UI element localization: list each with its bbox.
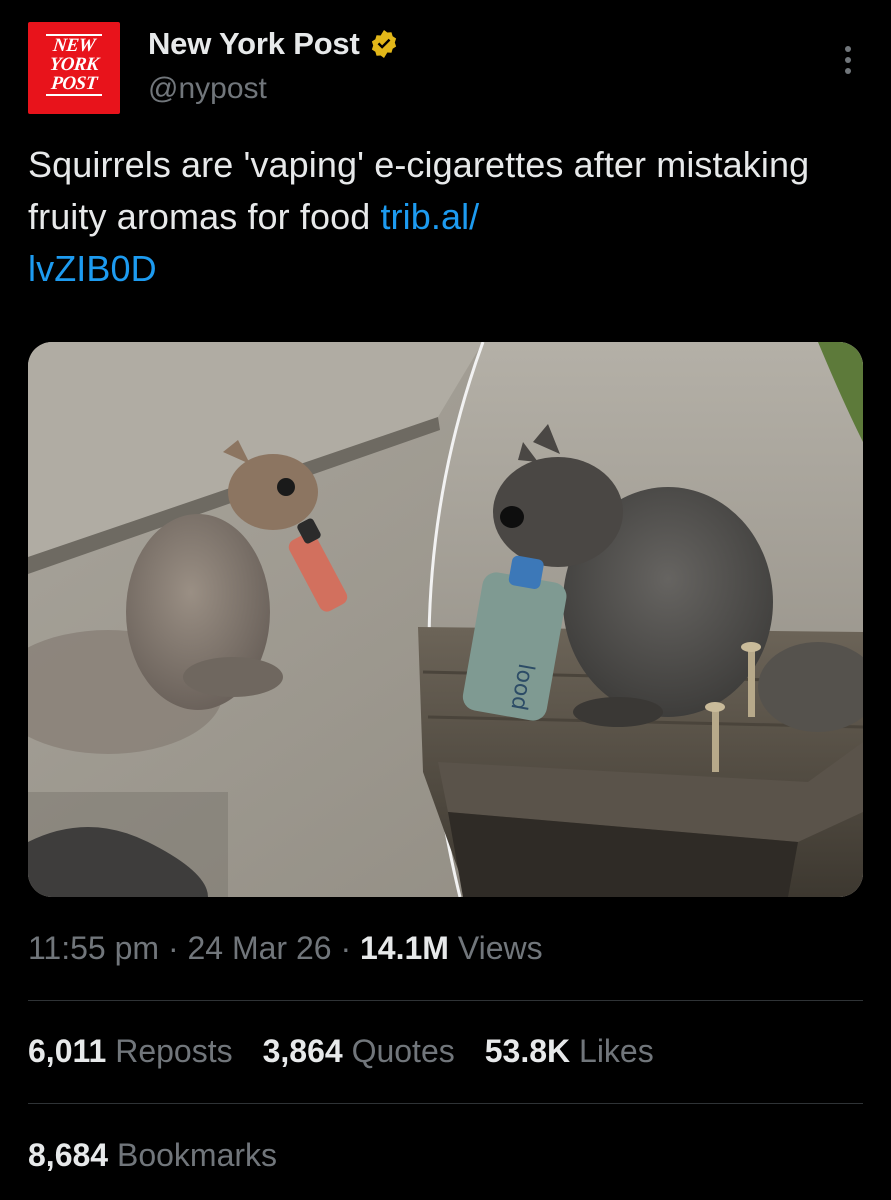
tweet-media-photo[interactable]: lood <box>28 342 863 897</box>
bookmarks-count: 8,684 <box>28 1137 109 1173</box>
more-dot-icon <box>845 57 851 63</box>
meta-separator: · <box>159 930 188 966</box>
logo-line-3: POST <box>50 73 98 94</box>
nypost-avatar-logo[interactable]: NEW YORK POST <box>28 22 120 114</box>
likes-label: Likes <box>570 1033 654 1069</box>
quotes-count: 3,864 <box>262 1033 343 1069</box>
tweet-text: Squirrels are 'vaping' e-cigarettes afte… <box>28 139 858 295</box>
logo-rule-bottom <box>46 94 102 96</box>
quotes-stat[interactable]: 3,864 Quotes <box>263 1033 455 1070</box>
more-dot-icon <box>845 46 851 52</box>
divider <box>28 1103 863 1104</box>
bookmarks-label: Bookmarks <box>108 1137 278 1173</box>
tweet-meta: 11:55 pm · 24 Mar 26 · 14.1M Views <box>28 930 543 967</box>
logo-line-1: NEW <box>51 35 96 56</box>
views-label: Views <box>448 930 543 966</box>
verified-badge-icon[interactable] <box>368 28 400 60</box>
squirrel-photo-collage: lood <box>28 342 863 897</box>
views-count: 14.1M <box>360 930 449 966</box>
likes-count: 53.8K <box>484 1033 571 1069</box>
more-options-button[interactable] <box>833 38 863 82</box>
meta-separator: · <box>331 930 360 966</box>
divider <box>28 1000 863 1001</box>
bookmarks-stat[interactable]: 8,684 Bookmarks <box>28 1137 277 1174</box>
account-handle[interactable]: @nypost <box>148 72 267 106</box>
tweet-time[interactable]: 11:55 pm <box>28 930 159 966</box>
tweet-link-part2[interactable]: lvZIB0D <box>28 248 157 289</box>
reposts-count: 6,011 <box>28 1033 107 1069</box>
logo-line-2: YORK <box>48 54 100 75</box>
reposts-stat[interactable]: 6,011 Reposts <box>28 1033 233 1070</box>
engagement-stats: 6,011 Reposts 3,864 Quotes 53.8K Likes <box>28 1033 654 1070</box>
name-row: New York Post <box>148 26 400 62</box>
display-name[interactable]: New York Post <box>148 26 360 62</box>
tweet-date[interactable]: 24 Mar 26 <box>187 930 331 966</box>
tweet-link-part1[interactable]: trib.al/ <box>380 196 479 237</box>
quotes-label: Quotes <box>342 1033 455 1069</box>
reposts-label: Reposts <box>106 1033 233 1069</box>
likes-stat[interactable]: 53.8K Likes <box>485 1033 654 1070</box>
more-dot-icon <box>845 68 851 74</box>
tweet-header: NEW YORK POST New York Post @nypost <box>28 22 863 114</box>
